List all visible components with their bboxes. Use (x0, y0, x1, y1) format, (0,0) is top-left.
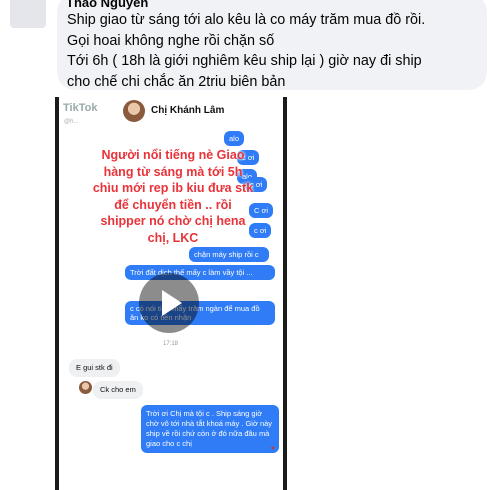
comment-line: Ship giao từ sáng tới alo kêu là co máy … (67, 12, 426, 28)
contact-name: Chị Khánh Lâm (151, 105, 225, 116)
chat-header: TikTok @h... Chị Khánh Lâm (59, 97, 283, 125)
contact-avatar (123, 100, 145, 122)
heart-icon: ♥ (271, 446, 275, 452)
overlay-caption: Người nổi tiếng nè Giao hàng từ sáng mà … (92, 148, 254, 245)
comment-line: Tới 6h ( 18h là giới nghiêm kêu ship lại… (67, 53, 422, 69)
message-out: Trời đất dịch thế mấy c làm vầy tội ... (125, 265, 275, 280)
chat-timestamp: 17:18 (163, 341, 179, 347)
tiktok-user-id: @h... (64, 119, 79, 125)
message-out: Trời ơi Chị mà tội c . Ship sáng giờ chờ… (141, 405, 279, 453)
tiktok-logo: TikTok (63, 102, 98, 114)
small-avatar (79, 381, 92, 394)
comment-text: Ship giao từ sáng tới alo kêu là co máy … (67, 10, 487, 92)
message-in: Ck cho em (93, 381, 143, 399)
message-out: chặn máy ship rồi c (189, 247, 269, 262)
comment-author[interactable]: Thảo Nguyễn (66, 0, 148, 10)
comment-line: Gọi hoai không nghe rồi chặn số (67, 32, 275, 49)
avatar[interactable] (10, 0, 46, 28)
video-player[interactable]: TikTok @h... Chị Khánh Lâm alo c ơi alo … (55, 97, 287, 490)
play-button[interactable] (139, 273, 199, 333)
message-in: E gui stk đi (69, 359, 120, 377)
comment-line: cho chế chi chắc ăn 2triu biên bản (67, 73, 286, 90)
message-out: alo (224, 131, 245, 146)
